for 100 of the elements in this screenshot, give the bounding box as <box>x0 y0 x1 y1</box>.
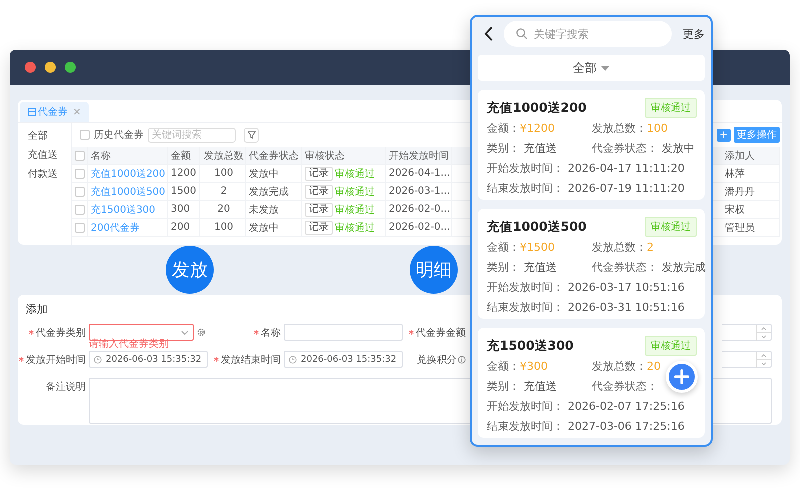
field-value: ¥300 <box>520 360 548 373</box>
table-cell: 1500 <box>171 186 196 197</box>
field-label: 代金券状态： <box>592 142 658 155</box>
field-label: 发放总数： <box>592 360 647 373</box>
sidebar-item[interactable]: 付款送 <box>28 167 71 181</box>
field-label: 发放开始时间 <box>26 354 86 366</box>
history-label: 历史代金券 <box>94 128 144 142</box>
gear-icon[interactable] <box>197 328 206 337</box>
field-label: 类别： <box>487 142 520 155</box>
field-label: 代金券类别 <box>36 326 86 340</box>
row-checkbox[interactable] <box>75 222 85 232</box>
number-input-field[interactable] <box>722 351 772 368</box>
field-value: 2 <box>647 241 654 254</box>
field-value: 充值送 <box>524 261 557 274</box>
stepper-icon[interactable] <box>756 352 771 368</box>
name-input-field[interactable] <box>284 324 403 341</box>
field-value: 2026-03-17 10:51:16 <box>568 281 685 294</box>
table-cell: 100 <box>214 222 234 233</box>
field-value: 发放中 <box>662 142 695 155</box>
field-value: ¥1500 <box>520 241 555 254</box>
field-label: 结束发放时间： <box>487 420 564 433</box>
column-header: 代金券状态 <box>246 147 302 164</box>
field-label: 发放结束时间 <box>221 354 281 366</box>
voucher-card[interactable]: 充1500送300 审核通过 金额：¥300 发放总数：20 类别： 充值送 代金券状态： 开始发放时间： 2026-02-07 17:25:16 结束发放时间： 2027-03-06 17:25:16 <box>478 328 705 438</box>
record-button[interactable]: 记录 <box>305 166 333 180</box>
table-cell-text: 未发放 <box>249 204 279 216</box>
audit-status: 审核通过 <box>335 168 375 180</box>
voucher-title: 充值1000送200 <box>487 100 587 116</box>
table-cell-text: 发放中 <box>249 222 279 234</box>
table-cell: 100 <box>214 168 234 179</box>
table-cell: 1200 <box>171 168 196 179</box>
datetime-input-field[interactable]: 2026-06-03 15:35:32 <box>89 351 208 368</box>
column-header: 开始发放时间 <box>386 147 452 164</box>
field-label: 代金券金额 <box>416 326 466 340</box>
table-cell-text: 发放中 <box>249 168 279 180</box>
row-checkbox[interactable] <box>75 204 85 214</box>
keyword-search-field[interactable]: 关键词搜索 <box>148 128 236 142</box>
column-header: 金额 <box>168 147 200 164</box>
chevron-down-icon <box>181 330 189 336</box>
field-value: 2026-07-19 11:11:20 <box>568 182 685 195</box>
status-badge: 审核通过 <box>645 336 697 356</box>
caret-icon <box>601 66 610 70</box>
table-cell-text: 宋权 <box>725 204 745 216</box>
field-label: 开始发放时间： <box>487 281 564 294</box>
history-checkbox[interactable] <box>80 130 90 140</box>
field-value: ¥1200 <box>520 122 555 135</box>
table-cell-text: 发放完成 <box>249 186 289 198</box>
column-header: 添加人 <box>722 147 780 164</box>
column-header: 名称 <box>88 147 168 164</box>
field-label: 金额： <box>487 360 520 373</box>
table-cell: 20 <box>218 204 230 215</box>
field-label: 开始发放时间： <box>487 162 564 175</box>
field-value: 2026-03-31 10:51:16 <box>568 301 685 314</box>
number-input-field[interactable] <box>722 324 772 341</box>
back-icon[interactable] <box>484 26 494 42</box>
grid-icon <box>28 108 36 116</box>
category-dropdown[interactable]: 全部 <box>478 55 705 81</box>
table-cell: 2026-04-1... <box>389 168 450 179</box>
field-label: 代金券状态： <box>592 261 658 274</box>
audit-status: 审核通过 <box>335 222 375 234</box>
field-value: 100 <box>647 122 668 135</box>
datetime-input-field[interactable]: 2026-06-03 15:35:32 <box>284 351 403 368</box>
field-value: 20 <box>647 360 661 373</box>
table-cell-text: 管理员 <box>725 222 755 234</box>
voucher-card[interactable]: 充值1000送200 审核通过 金额：¥1200 发放总数：100 类别： 充值送 代金券状态： 发放中 开始发放时间： 2026-04-17 11:11:20 结束发放时间： 2026-07-19 11:11:20 <box>478 90 705 200</box>
maximize-dot-icon[interactable] <box>65 62 76 73</box>
field-value: 充值送 <box>524 142 557 155</box>
table-cell: 200 <box>171 222 190 233</box>
record-button[interactable]: 记录 <box>305 220 333 234</box>
close-dot-icon[interactable] <box>25 62 36 73</box>
field-label: 发放总数： <box>592 241 647 254</box>
field-label: 类别： <box>487 261 520 274</box>
column-header: 发放总数 <box>200 147 246 164</box>
field-label: 结束发放时间： <box>487 182 564 195</box>
sidebar-item[interactable]: 充值送 <box>28 148 71 162</box>
more-link[interactable]: 更多 <box>683 26 705 42</box>
field-value: 发放完成 <box>662 261 706 274</box>
select-all-checkbox[interactable] <box>75 150 85 160</box>
table-cell: 2 <box>220 186 228 197</box>
form-title: 添加 <box>26 302 48 317</box>
field-label: 兑换积分 <box>417 354 457 366</box>
minimize-dot-icon[interactable] <box>45 62 56 73</box>
filter-button[interactable] <box>244 128 259 142</box>
sidebar-item[interactable]: 全部 <box>28 129 71 143</box>
plus-icon <box>674 369 690 385</box>
field-value: 2026-04-17 11:11:20 <box>568 162 685 175</box>
field-label: 代金券状态： <box>592 380 658 393</box>
record-button[interactable]: 记录 <box>305 202 333 216</box>
table-cell: 2026-03-1... <box>389 186 450 197</box>
record-button[interactable]: 记录 <box>305 184 333 198</box>
field-label: 名称 <box>261 326 281 340</box>
field-value: 充值送 <box>524 380 557 393</box>
stepper-icon[interactable] <box>756 324 771 340</box>
status-badge: 审核通过 <box>645 98 697 118</box>
field-label: 类别： <box>487 380 520 393</box>
clock-icon <box>289 356 297 364</box>
voucher-card[interactable]: 充值1000送500 审核通过 金额：¥1500 发放总数：2 类别： 充值送 代金券状态： 发放完成 开始发放时间： 2026-03-17 10:51:16 结束发放时间： 2026-03-31 10:51:16 <box>478 209 705 319</box>
row-checkbox[interactable] <box>75 186 85 196</box>
field-label: 结束发放时间： <box>487 301 564 314</box>
row-checkbox[interactable] <box>75 168 85 178</box>
